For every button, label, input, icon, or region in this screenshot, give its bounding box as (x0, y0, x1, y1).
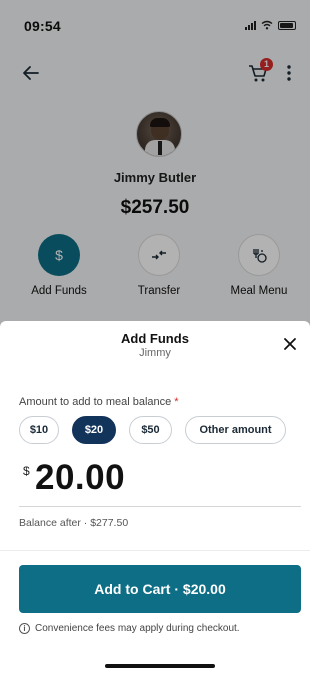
fee-note: i Convenience fees may apply during chec… (19, 623, 240, 634)
sheet-title: Add Funds (121, 331, 189, 346)
amount-underline (19, 506, 301, 507)
add-to-cart-button[interactable]: Add to Cart · $20.00 (19, 565, 301, 613)
required-marker: * (174, 396, 179, 408)
divider (0, 550, 310, 551)
currency-symbol: $ (23, 464, 30, 478)
info-icon: i (19, 623, 30, 634)
home-indicator[interactable] (105, 664, 215, 668)
add-funds-sheet: Add Funds Jimmy Amount to add to meal ba… (0, 321, 310, 673)
preset-20-button[interactable]: $20 (72, 416, 116, 444)
preset-50-button[interactable]: $50 (129, 416, 172, 444)
other-amount-button[interactable]: Other amount (185, 416, 286, 444)
amount-label-text: Amount to add to meal balance (19, 396, 172, 408)
close-icon[interactable] (283, 337, 297, 351)
sheet-subtitle: Jimmy (139, 347, 171, 359)
balance-after: Balance after · $277.50 (19, 517, 129, 529)
preset-10-button[interactable]: $10 (19, 416, 59, 444)
phone-screen: 09:54 1 Jimmy Butler $257.50 $ Add Funds… (0, 0, 310, 673)
fee-note-text: Convenience fees may apply during checko… (35, 623, 240, 634)
amount-label: Amount to add to meal balance * (19, 396, 179, 408)
amount-value: 20.00 (35, 458, 126, 497)
